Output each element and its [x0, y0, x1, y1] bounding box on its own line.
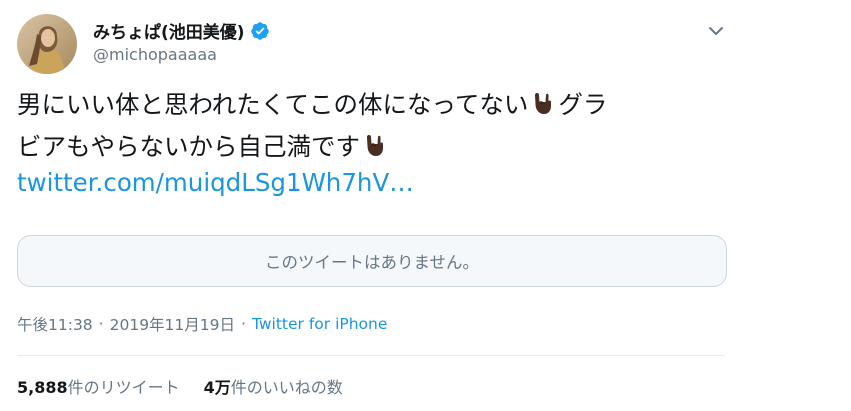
retweet-count: 5,888	[17, 378, 68, 397]
retweet-count-link[interactable]: 5,888 件のリツイート	[17, 374, 180, 398]
tweet-link[interactable]: twitter.com/muiqdLSg1Wh7hV…	[17, 168, 414, 197]
tweet-card: みちょぱ(池田美優) @michopaaaaa 男にいい体と思われたくてこの体に…	[0, 0, 745, 411]
tweet-text-line2: ビアもやらないから自己満です	[17, 132, 360, 161]
tweet-text-line1-tail: グラ	[558, 90, 608, 119]
quote-unavailable-text: このツイートはありません。	[264, 253, 479, 272]
tweet-text-line1: 男にいい体と思われたくてこの体になってない	[17, 90, 529, 119]
retweet-label: 件のリツイート	[67, 378, 180, 397]
verified-badge-icon	[250, 21, 270, 41]
divider	[17, 355, 725, 356]
chevron-down-icon[interactable]	[705, 20, 727, 42]
engagement-stats: 5,888 件のリツイート 4万 件のいいねの数	[17, 374, 343, 398]
tweet-time[interactable]: 午後11:38	[17, 313, 93, 335]
avatar[interactable]	[17, 14, 77, 74]
tweet-source-link[interactable]: Twitter for iPhone	[252, 315, 387, 333]
user-handle[interactable]: @michopaaaaa	[93, 45, 217, 64]
sign-of-the-horns-emoji-icon	[362, 129, 388, 156]
author-name-row[interactable]: みちょぱ(池田美優)	[93, 18, 270, 43]
meta-separator: ·	[98, 315, 104, 333]
sign-of-the-horns-emoji-icon	[530, 87, 556, 114]
like-count-link[interactable]: 4万 件のいいねの数	[204, 374, 343, 398]
like-count: 4万	[203, 378, 231, 397]
like-label: 件のいいねの数	[230, 378, 343, 397]
tweet-text: 男にいい体と思われたくてこの体になってない グラビアもやらないから自己満です	[17, 84, 717, 168]
tweet-date[interactable]: 2019年11月19日	[110, 313, 235, 335]
quoted-tweet-unavailable[interactable]: このツイートはありません。	[17, 235, 727, 287]
tweet-metadata: 午後11:38 · 2019年11月19日 · Twitter for iPho…	[17, 313, 387, 335]
display-name[interactable]: みちょぱ(池田美優)	[93, 18, 245, 43]
meta-separator: ·	[241, 315, 246, 333]
